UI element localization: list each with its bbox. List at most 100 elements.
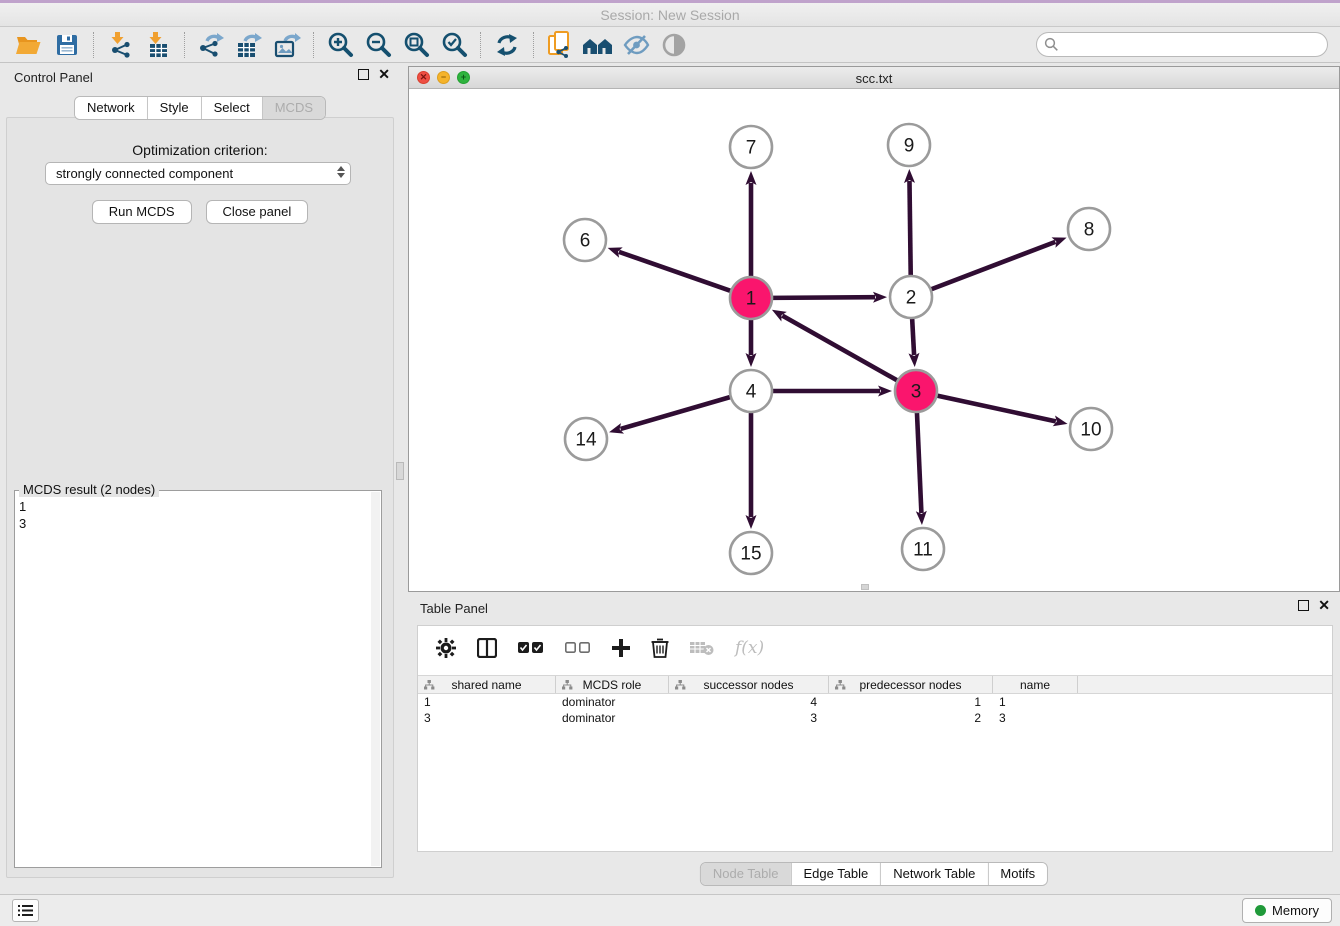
table-tabs: Node TableEdge TableNetwork TableMotifs — [700, 862, 1048, 886]
table-cell: 1 — [418, 694, 556, 710]
control-panel-header: Control Panel ✕ — [0, 63, 400, 89]
column-header-predecessor-nodes[interactable]: predecessor nodes — [829, 676, 993, 693]
run-mcds-button[interactable]: Run MCDS — [92, 200, 192, 224]
graph-edge-2-8[interactable] — [931, 242, 1056, 290]
panel-splitter-handle[interactable] — [396, 462, 404, 480]
home-first-neighbors-icon[interactable] — [579, 30, 617, 60]
delete-column-icon[interactable] — [651, 638, 669, 658]
graph-edge-3-1[interactable] — [782, 316, 897, 381]
app-title: Session: New Session — [0, 7, 1340, 23]
mcds-result-list[interactable]: 13 — [19, 494, 369, 864]
memory-button[interactable]: Memory — [1242, 898, 1332, 923]
tab-motifs[interactable]: Motifs — [987, 863, 1047, 885]
control-panel-title: Control Panel — [14, 70, 93, 85]
main-toolbar — [0, 27, 1340, 63]
toolbar-separator — [93, 32, 94, 58]
tab-network[interactable]: Network — [75, 97, 147, 119]
tab-style[interactable]: Style — [147, 97, 201, 119]
table-cell: dominator — [556, 694, 669, 710]
close-panel-icon[interactable]: ✕ — [378, 69, 390, 80]
table-cell: dominator — [556, 710, 669, 726]
table-cell: 3 — [993, 710, 1078, 726]
function-builder-icon: f(x) — [735, 638, 764, 658]
add-column-icon[interactable] — [612, 639, 630, 657]
status-bar: Memory — [0, 894, 1340, 926]
graph-edge-4-14[interactable] — [621, 397, 731, 429]
select-all-checkboxes-icon[interactable] — [518, 642, 544, 654]
new-network-from-selection-icon[interactable] — [541, 30, 579, 60]
network-window-titlebar[interactable]: ✕ − + scc.txt — [409, 67, 1339, 89]
graph-edge-3-10[interactable] — [937, 395, 1056, 421]
import-network-icon[interactable] — [101, 30, 139, 60]
graph-edge-2-9[interactable] — [909, 181, 910, 276]
graph-node-label-8: 8 — [1084, 220, 1095, 241]
float-panel-icon[interactable] — [358, 69, 369, 80]
close-panel-button[interactable]: Close panel — [206, 200, 309, 224]
network-canvas-svg[interactable]: 7968124314101511 — [409, 89, 1339, 591]
graph-edge-1-6[interactable] — [619, 252, 731, 291]
table-row[interactable]: 1dominator411 — [418, 694, 1332, 710]
export-image-icon[interactable] — [268, 30, 306, 60]
memory-label: Memory — [1272, 903, 1319, 918]
network-canvas[interactable]: 7968124314101511 — [409, 89, 1339, 591]
optimization-criterion-dropdown[interactable]: strongly connected component — [45, 162, 351, 185]
deselect-all-checkboxes-icon[interactable] — [565, 642, 591, 654]
table-cell: 1 — [829, 694, 993, 710]
search-input[interactable] — [1036, 32, 1328, 57]
table-row[interactable]: 3dominator323 — [418, 710, 1332, 726]
table-panel-title: Table Panel — [420, 601, 488, 616]
zoom-out-icon[interactable] — [359, 30, 397, 60]
task-history-button[interactable] — [12, 899, 39, 922]
export-table-icon[interactable] — [230, 30, 268, 60]
column-settings-gear-icon[interactable] — [436, 638, 456, 658]
memory-status-dot-icon — [1255, 905, 1266, 916]
delete-table-icon — [690, 640, 714, 656]
column-header-MCDS-role[interactable]: MCDS role — [556, 676, 669, 693]
canvas-resize-nub[interactable] — [861, 584, 869, 590]
graph-arrowhead-4-3 — [878, 386, 892, 397]
search-wrap — [1036, 32, 1328, 57]
graph-edge-2-3[interactable] — [912, 318, 914, 355]
column-header-name[interactable]: name — [993, 676, 1078, 693]
column-header-shared-name[interactable]: shared name — [418, 676, 556, 693]
mcds-result-item: 3 — [19, 515, 369, 532]
graph-node-label-9: 9 — [904, 136, 915, 157]
refresh-network-icon[interactable] — [488, 30, 526, 60]
control-panel: Control Panel ✕ NetworkStyleSelectMCDS O… — [0, 63, 400, 894]
graph-node-label-15: 15 — [740, 544, 761, 565]
open-file-icon[interactable] — [10, 30, 48, 60]
control-panel-body: Optimization criterion: strongly connect… — [6, 117, 394, 878]
dropdown-value: strongly connected component — [56, 166, 233, 181]
import-table-icon[interactable] — [139, 30, 177, 60]
zoom-fit-icon[interactable] — [397, 30, 435, 60]
toolbar-separator — [533, 32, 534, 58]
network-view-window: ✕ − + scc.txt 7968124314101511 — [408, 66, 1340, 592]
float-table-panel-icon[interactable] — [1298, 600, 1309, 611]
show-columns-icon[interactable] — [477, 638, 497, 658]
zoom-in-icon[interactable] — [321, 30, 359, 60]
table-cell: 1 — [993, 694, 1078, 710]
column-header-successor-nodes[interactable]: successor nodes — [669, 676, 829, 693]
tab-network-table[interactable]: Network Table — [880, 863, 987, 885]
tab-node-table: Node Table — [701, 863, 791, 885]
table-cell: 3 — [669, 710, 829, 726]
optimization-criterion-label: Optimization criterion: — [7, 142, 393, 158]
hide-selected-icon[interactable] — [617, 30, 655, 60]
export-network-icon[interactable] — [192, 30, 230, 60]
graph-edge-1-2[interactable] — [772, 297, 875, 298]
table-cell: 2 — [829, 710, 993, 726]
save-session-icon[interactable] — [48, 30, 86, 60]
result-scrollbar[interactable] — [371, 492, 380, 866]
toolbar-separator — [480, 32, 481, 58]
control-panel-tabs: NetworkStyleSelectMCDS — [74, 96, 326, 120]
close-table-panel-icon[interactable]: ✕ — [1318, 600, 1330, 611]
graph-edge-3-11[interactable] — [917, 412, 921, 513]
graph-arrowhead-2-9 — [904, 169, 915, 183]
table-panel: Table Panel ✕ — [408, 595, 1340, 894]
tab-select[interactable]: Select — [201, 97, 262, 119]
graph-node-label-1: 1 — [746, 289, 757, 310]
zoom-selected-icon[interactable] — [435, 30, 473, 60]
tab-edge-table[interactable]: Edge Table — [790, 863, 880, 885]
table-panel-box: f(x) shared nameMCDS rolesuccessor nodes… — [417, 625, 1333, 852]
network-window-title: scc.txt — [409, 71, 1339, 86]
